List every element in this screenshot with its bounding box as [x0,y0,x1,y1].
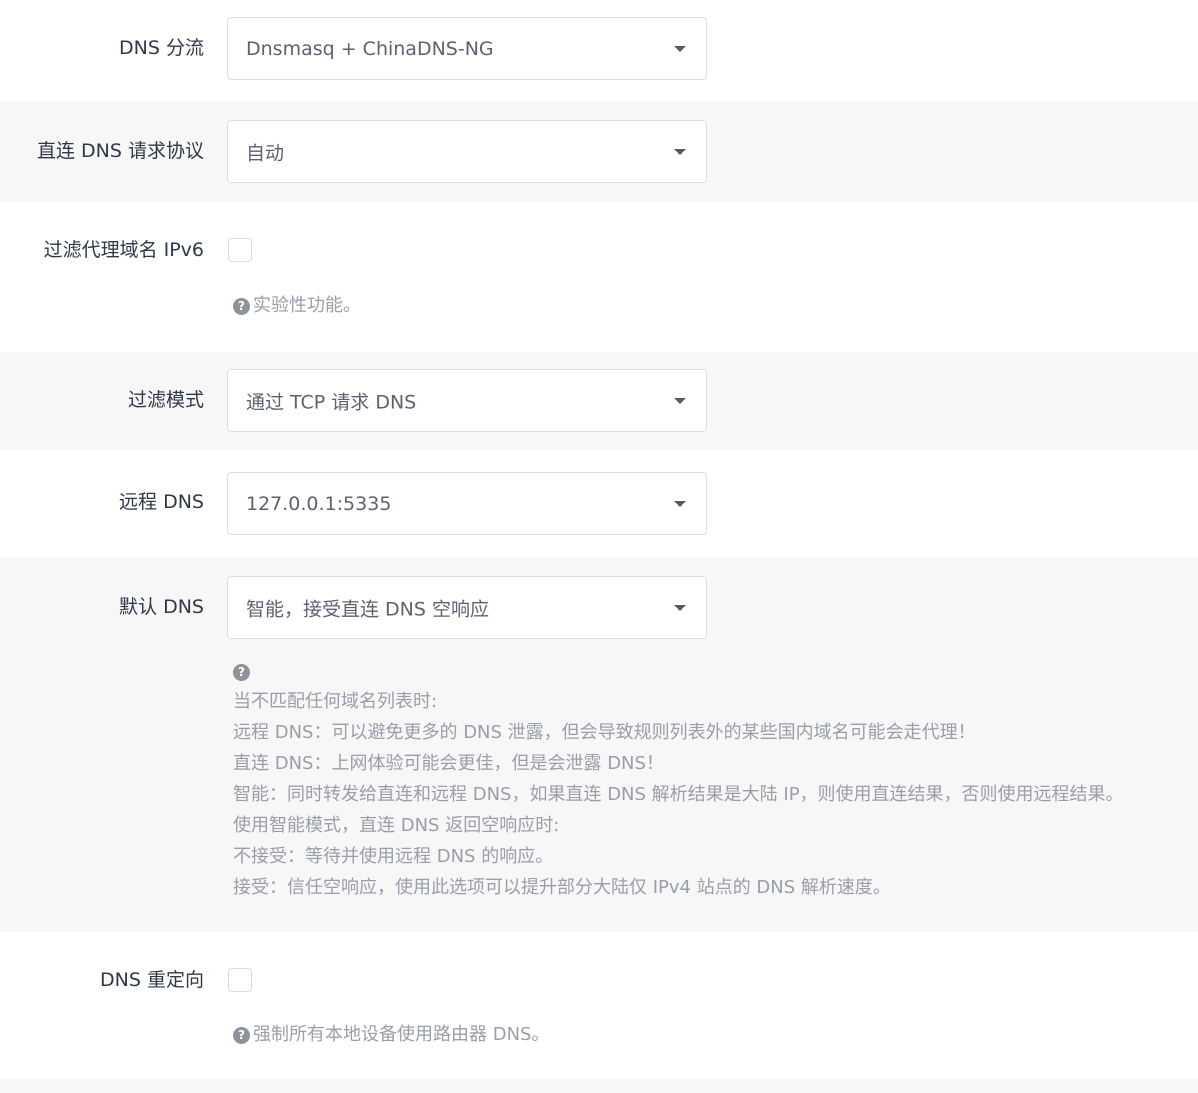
row-filter-mode: 过滤模式 通过 TCP 请求 DNS [0,352,1198,450]
row-next-partial [0,1079,1198,1093]
question-circle-icon: ? [233,664,250,681]
default-dns-help-line: 接受：信任空响应，使用此选项可以提升部分大陆仅 IPv4 站点的 DNS 解析速… [233,877,891,898]
caret-down-icon [674,398,686,404]
direct-dns-protocol-label: 直连 DNS 请求协议 [37,140,204,162]
question-circle-icon: ? [233,1027,250,1044]
default-dns-help-line: 使用智能模式，直连 DNS 返回空响应时: [233,815,560,836]
caret-down-icon [674,605,686,611]
default-dns-help-line: 当不匹配任何域名列表时: [233,691,438,712]
default-dns-help-line: 智能：同时转发给直连和远程 DNS，如果直连 DNS 解析结果是大陆 IP，则使… [233,784,1124,805]
dns-shunt-label: DNS 分流 [119,37,204,59]
filter-mode-value: 通过 TCP 请求 DNS [246,391,417,413]
caret-down-icon [674,501,686,507]
filter-proxy-ipv6-help: ? 实验性功能。 [233,294,361,318]
filter-mode-label: 过滤模式 [127,389,204,411]
default-dns-help-line: 不接受：等待并使用远程 DNS 的响应。 [233,846,554,867]
direct-dns-protocol-select[interactable]: 自动 [227,120,707,183]
dns-shunt-select[interactable]: Dnsmasq + ChinaDNS-NG [227,17,707,80]
row-direct-dns-protocol: 直连 DNS 请求协议 自动 [0,101,1198,202]
default-dns-help-line: 远程 DNS：可以避免更多的 DNS 泄露，但会导致规则列表外的某些国内域名可能… [233,722,976,743]
filter-proxy-ipv6-checkbox[interactable] [228,238,252,262]
direct-dns-protocol-value: 自动 [246,142,285,164]
default-dns-help-line: 直连 DNS：上网体验可能会更佳，但是会泄露 DNS！ [233,753,664,774]
default-dns-value: 智能，接受直连 DNS 空响应 [246,598,489,620]
dns-shunt-value: Dnsmasq + ChinaDNS-NG [246,37,494,60]
row-remote-dns: 远程 DNS 127.0.0.1:5335 [0,450,1198,557]
question-circle-icon: ? [233,298,250,315]
dns-redirect-label: DNS 重定向 [100,969,204,991]
dns-redirect-help: ? 强制所有本地设备使用路由器 DNS。 [233,1023,549,1047]
default-dns-help: ? 当不匹配任何域名列表时: 远程 DNS：可以避免更多的 DNS 泄露，但会导… [233,655,1124,903]
filter-mode-select[interactable]: 通过 TCP 请求 DNS [227,369,707,432]
row-dns-shunt: DNS 分流 Dnsmasq + ChinaDNS-NG [0,0,1198,101]
remote-dns-select[interactable]: 127.0.0.1:5335 [227,472,707,535]
filter-proxy-ipv6-help-text: 实验性功能。 [253,295,361,316]
row-filter-proxy-ipv6: 过滤代理域名 IPv6 ? 实验性功能。 [0,202,1198,352]
filter-proxy-ipv6-label: 过滤代理域名 IPv6 [43,239,204,261]
dns-settings-form: DNS 分流 Dnsmasq + ChinaDNS-NG 直连 DNS 请求协议… [0,0,1198,1093]
remote-dns-value: 127.0.0.1:5335 [246,492,392,515]
row-dns-redirect: DNS 重定向 ? 强制所有本地设备使用路由器 DNS。 [0,932,1198,1079]
remote-dns-label: 远程 DNS [119,491,204,513]
default-dns-label: 默认 DNS [119,596,204,618]
caret-down-icon [674,149,686,155]
dns-redirect-help-text: 强制所有本地设备使用路由器 DNS。 [253,1024,550,1045]
caret-down-icon [674,46,686,52]
dns-redirect-checkbox[interactable] [228,968,252,992]
default-dns-select[interactable]: 智能，接受直连 DNS 空响应 [227,576,707,639]
row-default-dns: 默认 DNS 智能，接受直连 DNS 空响应 ? 当不匹配任何域名列表时: 远程… [0,557,1198,932]
